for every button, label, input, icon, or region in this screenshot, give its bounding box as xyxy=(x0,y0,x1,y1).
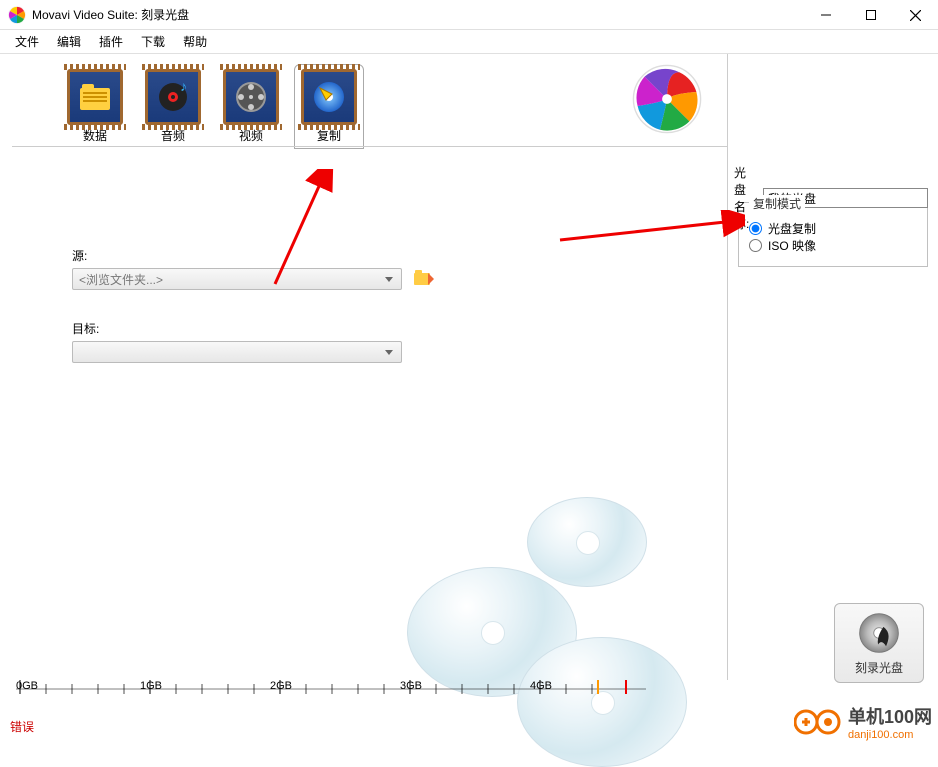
svg-text:♪: ♪ xyxy=(180,81,187,94)
target-dropdown[interactable] xyxy=(72,341,402,363)
menu-file[interactable]: 文件 xyxy=(6,30,48,53)
tab-video[interactable]: 视频 xyxy=(216,64,286,149)
menu-plugin[interactable]: 插件 xyxy=(90,30,132,53)
target-label: 目标: xyxy=(72,320,717,337)
radio-iso[interactable] xyxy=(749,239,762,252)
source-label: 源: xyxy=(72,247,717,264)
ruler-tick-4: 4GB xyxy=(530,680,552,692)
maximize-button[interactable] xyxy=(848,0,893,30)
source-placeholder: <浏览文件夹...> xyxy=(79,271,163,288)
ruler-tick-1: 1GB xyxy=(140,680,162,692)
close-button[interactable] xyxy=(893,0,938,30)
minimize-button[interactable] xyxy=(803,0,848,30)
size-ruler: 0GB 1GB 2GB 3GB 4GB xyxy=(16,680,922,710)
watermark-icon xyxy=(794,707,842,737)
burn-label: 刻录光盘 xyxy=(855,659,903,676)
tab-audio[interactable]: ♪ 音频 xyxy=(138,64,208,149)
mode-tabs: 数据 ♪ 音频 视频 复制 xyxy=(0,54,727,149)
watermark: 单机100网 danji100.com xyxy=(794,703,932,741)
tab-copy[interactable]: 复制 xyxy=(294,64,364,149)
video-carpet-icon xyxy=(223,69,279,125)
watermark-url: danji100.com xyxy=(848,729,932,741)
titlebar: Movavi Video Suite: 刻录光盘 xyxy=(0,0,938,30)
data-carpet-icon xyxy=(67,69,123,125)
browse-folder-icon[interactable] xyxy=(414,269,434,290)
ruler-tick-3: 3GB xyxy=(400,680,422,692)
error-text: 错误 xyxy=(10,718,34,735)
ruler-tick-0: 0GB xyxy=(16,680,38,692)
menu-help[interactable]: 帮助 xyxy=(174,30,216,53)
ruler-tick-2: 2GB xyxy=(270,680,292,692)
menubar: 文件 编辑 插件 下载 帮助 xyxy=(0,30,938,54)
copy-carpet-icon xyxy=(301,69,357,125)
menu-edit[interactable]: 编辑 xyxy=(48,30,90,53)
app-icon xyxy=(8,6,26,24)
tab-data[interactable]: 数据 xyxy=(60,64,130,149)
radio-iso-row[interactable]: ISO 映像 xyxy=(749,237,917,254)
fieldset-title: 复制模式 xyxy=(749,195,805,212)
audio-carpet-icon: ♪ xyxy=(145,69,201,125)
content-area: 源: <浏览文件夹...> 目标: xyxy=(12,146,727,680)
menu-download[interactable]: 下载 xyxy=(132,30,174,53)
radio-iso-label: ISO 映像 xyxy=(768,237,816,254)
burn-button[interactable]: 刻录光盘 xyxy=(834,603,924,683)
watermark-name: 单机100网 xyxy=(848,703,932,729)
source-dropdown[interactable]: <浏览文件夹...> xyxy=(72,268,402,290)
right-panel: 光盘名称: 复制模式 光盘复制 ISO 映像 xyxy=(728,54,938,680)
left-panel: 数据 ♪ 音频 视频 复制 xyxy=(0,54,728,680)
main-area: 数据 ♪ 音频 视频 复制 xyxy=(0,54,938,680)
window-title: Movavi Video Suite: 刻录光盘 xyxy=(32,6,189,23)
disc-decoration-icon xyxy=(527,497,647,587)
window-controls xyxy=(803,0,938,29)
burn-disc-icon xyxy=(857,611,901,655)
footer: 0GB 1GB 2GB 3GB 4GB 错误 单机100网 danji100.c… xyxy=(0,680,938,745)
